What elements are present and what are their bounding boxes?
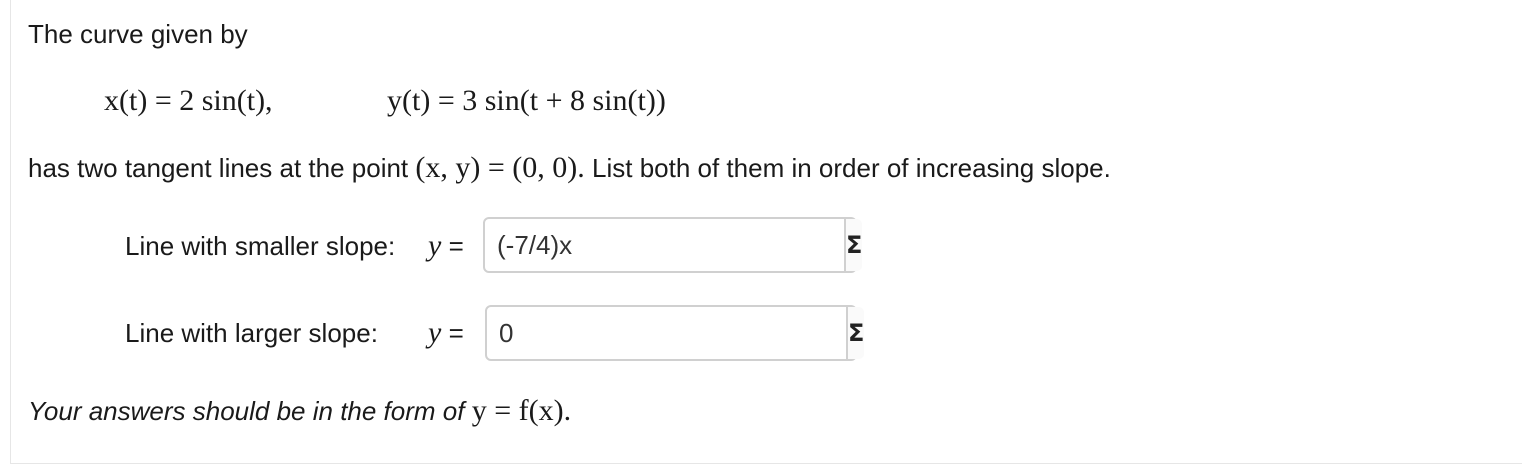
smaller-equals: = [448, 231, 464, 261]
sigma-icon[interactable]: Σ [846, 307, 865, 359]
footer-math: y = f(x). [471, 394, 572, 427]
smaller-slope-label: Line with smaller slope: [125, 231, 396, 261]
statement-after: List both of them in order of increasing… [592, 153, 1111, 183]
larger-slope-label: Line with larger slope: [125, 318, 378, 348]
answer-format-note: Your answers should be in the form of y … [28, 393, 571, 429]
footer-text: Your answers should be in the form of [28, 396, 465, 426]
equation-y: y(t) = 3 sin(t + 8 sin(t)) [387, 84, 666, 117]
smaller-slope-y-equals: y = [428, 229, 464, 263]
equation-x: x(t) = 2 sin(t), [104, 84, 273, 117]
sigma-icon[interactable]: Σ [844, 219, 863, 271]
larger-slope-input[interactable] [487, 307, 846, 359]
point-math: (x, y) = (0, 0). [415, 151, 585, 184]
larger-y-symbol: y [428, 316, 442, 349]
statement-before: has two tangent lines at the point [28, 153, 409, 183]
smaller-y-symbol: y [428, 229, 442, 262]
larger-slope-y-equals: y = [428, 316, 464, 350]
question-statement: has two tangent lines at the point (x, y… [28, 150, 1111, 186]
larger-equals: = [448, 318, 464, 348]
larger-slope-answer-box: Σ [485, 305, 865, 361]
smaller-slope-answer-box: Σ [483, 217, 863, 273]
question-intro: The curve given by [28, 19, 248, 49]
smaller-slope-input[interactable] [485, 219, 844, 271]
